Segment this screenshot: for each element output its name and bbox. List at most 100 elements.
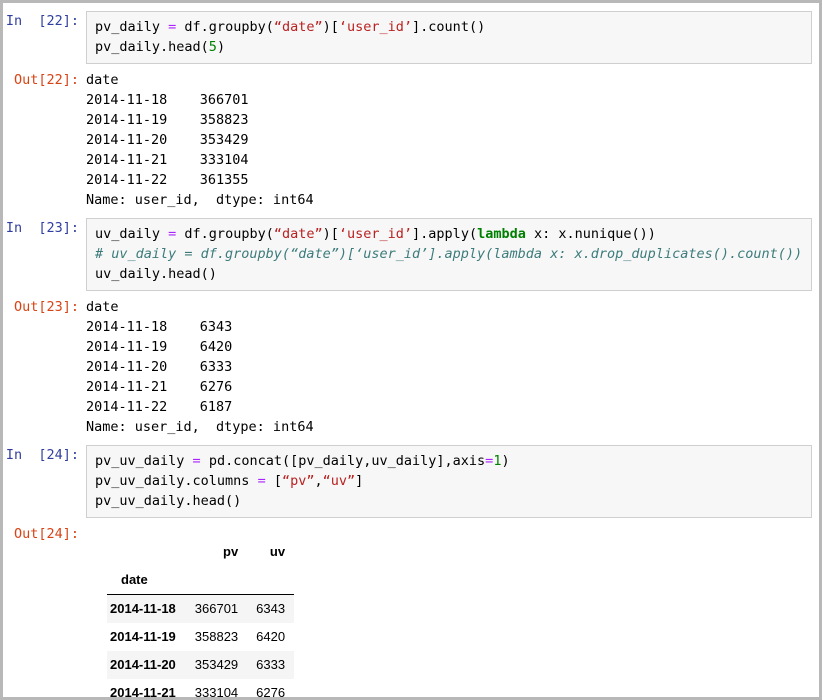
code-token-plain: )[ — [322, 226, 339, 242]
code-token-plain: )[ — [322, 19, 339, 35]
dataframe-row-index: 2014-11-18 — [110, 601, 176, 616]
notebook-page: In [22]: pv_daily = df.groupby(“date”)[‘u… — [0, 0, 822, 700]
dataframe-corner-blank — [107, 538, 186, 566]
code-line[interactable]: uv_daily.head() — [95, 264, 803, 284]
code-editor-area[interactable]: pv_uv_daily = pd.concat([pv_daily,uv_dai… — [86, 445, 812, 518]
table-row: 2014-11-21 333104 6276 — [107, 679, 295, 700]
code-cell: In [24]: pv_uv_daily = pd.concat([pv_dail… — [3, 445, 819, 518]
output-line: Name: user_id, dtype: int64 — [86, 192, 314, 208]
code-token-plain: uv_daily — [95, 226, 169, 242]
code-token-plain: ) — [501, 453, 510, 469]
code-token-str: “pv” — [281, 473, 315, 489]
dataframe-row-index: 2014-11-21 — [110, 685, 176, 700]
code-line[interactable]: pv_daily.head(5) — [95, 37, 803, 57]
code-token-op: = — [257, 473, 266, 489]
output-dataframe-cell: Out[24]: pv uv date 2014-11-18 366701 6343 2014… — [3, 524, 819, 700]
output-line: 2014-11-20 6333 — [86, 359, 233, 375]
output-line: 2014-11-22 6187 — [86, 399, 233, 415]
input-prompt-label: In [23]: — [5, 220, 79, 236]
dataframe-cell: 6276 — [256, 685, 286, 700]
dataframe-index-name-row: date — [107, 566, 295, 595]
code-editor-area[interactable]: uv_daily = df.groupby(“date”)[‘user_id’]… — [86, 218, 812, 291]
code-token-cmt: # uv_daily = df.groupby(“date”)[‘user_id… — [95, 246, 803, 262]
output-text-cell: Out[23]: date 2014-11-18 6343 2014-11-19 64… — [3, 297, 819, 437]
code-token-plain: pv_daily — [95, 19, 169, 35]
table-row: 2014-11-18 366701 6343 — [107, 594, 295, 623]
dataframe-row-index: 2014-11-20 — [110, 657, 176, 672]
output-line: Name: user_id, dtype: int64 — [86, 419, 314, 435]
code-token-op: = — [192, 453, 201, 469]
output-line: 2014-11-19 6420 — [86, 339, 233, 355]
table-row: 2014-11-20 353429 6333 — [107, 651, 295, 679]
output-line: date — [86, 72, 119, 88]
code-token-plain: [ — [265, 473, 282, 489]
code-token-str: “date” — [273, 19, 323, 35]
code-token-plain: df.groupby( — [176, 226, 274, 242]
code-token-plain: uv_daily.head() — [95, 266, 217, 282]
notebook-cell-list: In [22]: pv_daily = df.groupby(“date”)[‘u… — [3, 11, 819, 700]
code-token-kw: lambda — [477, 226, 526, 242]
code-token-str: ‘user_id’ — [338, 226, 413, 242]
dataframe-header-row: pv uv — [107, 538, 294, 566]
dataframe-head: pv uv date — [107, 538, 295, 595]
code-token-plain: , — [314, 473, 323, 489]
dataframe-row-index: 2014-11-19 — [110, 629, 176, 644]
dataframe-table: pv uv date 2014-11-18 366701 6343 2014-11-19 35… — [107, 538, 295, 700]
input-prompt-label: In [24]: — [5, 447, 79, 463]
output-line: 2014-11-18 366701 — [86, 92, 249, 108]
dataframe-cell: 6333 — [256, 657, 286, 672]
code-cell: In [22]: pv_daily = df.groupby(“date”)[‘u… — [3, 11, 819, 64]
output-line: 2014-11-21 333104 — [86, 152, 249, 168]
output-line: 2014-11-20 353429 — [86, 132, 249, 148]
output-text-body: date 2014-11-18 6343 2014-11-19 6420 2014-1… — [86, 297, 819, 437]
code-token-plain: ] — [355, 473, 364, 489]
code-token-plain: pd.concat([pv_daily,uv_daily],axis — [200, 453, 486, 469]
code-token-plain: pv_uv_daily — [95, 453, 193, 469]
output-line: 2014-11-18 6343 — [86, 319, 233, 335]
code-token-plain: ].count() — [412, 19, 486, 35]
code-line[interactable]: # uv_daily = df.groupby(“date”)[‘user_id… — [95, 244, 803, 264]
code-token-plain: pv_uv_daily.columns — [95, 473, 258, 489]
output-line: date — [86, 299, 119, 315]
code-token-plain: df.groupby( — [176, 19, 274, 35]
dataframe-column-header: pv — [223, 544, 239, 559]
code-token-plain: ].apply( — [412, 226, 478, 242]
dataframe-cell: 358823 — [194, 629, 239, 644]
dataframe-wrapper: pv uv date 2014-11-18 366701 6343 2014-11-19 35… — [86, 524, 819, 700]
code-line[interactable]: uv_daily = df.groupby(“date”)[‘user_id’]… — [95, 224, 803, 244]
output-text-body: date 2014-11-18 366701 2014-11-19 358823 20… — [86, 70, 819, 210]
output-text-cell: Out[22]: date 2014-11-18 366701 2014-11-19 … — [3, 70, 819, 210]
code-line[interactable]: pv_uv_daily.columns = [“pv”,“uv”] — [95, 471, 803, 491]
code-cell: In [23]: uv_daily = df.groupby(“date”)[‘u… — [3, 218, 819, 291]
output-prompt-label: Out[22]: — [13, 72, 79, 88]
output-prompt-label: Out[24]: — [13, 526, 79, 542]
code-editor-area[interactable]: pv_daily = df.groupby(“date”)[‘user_id’]… — [86, 11, 812, 64]
code-token-plain: pv_daily.head( — [95, 39, 209, 55]
dataframe-cell: 6343 — [256, 601, 286, 616]
code-token-str: “date” — [273, 226, 323, 242]
output-prompt-label: Out[23]: — [13, 299, 79, 315]
dataframe-cell: 353429 — [194, 657, 239, 672]
dataframe-index-name-pad — [185, 566, 248, 595]
code-line[interactable]: pv_uv_daily.head() — [95, 491, 803, 511]
code-token-str: ‘user_id’ — [338, 19, 413, 35]
code-line[interactable]: pv_uv_daily = pd.concat([pv_daily,uv_dai… — [95, 451, 803, 471]
dataframe-cell: 333104 — [194, 685, 239, 700]
dataframe-column-header: uv — [269, 544, 286, 559]
dataframe-cell: 366701 — [194, 601, 239, 616]
code-line[interactable]: pv_daily = df.groupby(“date”)[‘user_id’]… — [95, 17, 803, 37]
dataframe-index-name-pad — [247, 566, 295, 595]
dataframe-cell: 6420 — [256, 629, 286, 644]
output-line: 2014-11-19 358823 — [86, 112, 249, 128]
output-line: 2014-11-22 361355 — [86, 172, 249, 188]
code-token-str: “uv” — [322, 473, 356, 489]
input-prompt-label: In [22]: — [5, 13, 79, 29]
code-token-plain: pv_uv_daily.head() — [95, 493, 242, 509]
code-token-num: 5 — [208, 39, 217, 55]
dataframe-index-name: date — [107, 566, 186, 595]
code-token-plain: ) — [216, 39, 226, 55]
code-token-plain: x: x.nunique()) — [525, 226, 656, 242]
table-row: 2014-11-19 358823 6420 — [107, 623, 295, 651]
output-line: 2014-11-21 6276 — [86, 379, 233, 395]
dataframe-body: 2014-11-18 366701 6343 2014-11-19 358823 6420… — [107, 594, 295, 700]
